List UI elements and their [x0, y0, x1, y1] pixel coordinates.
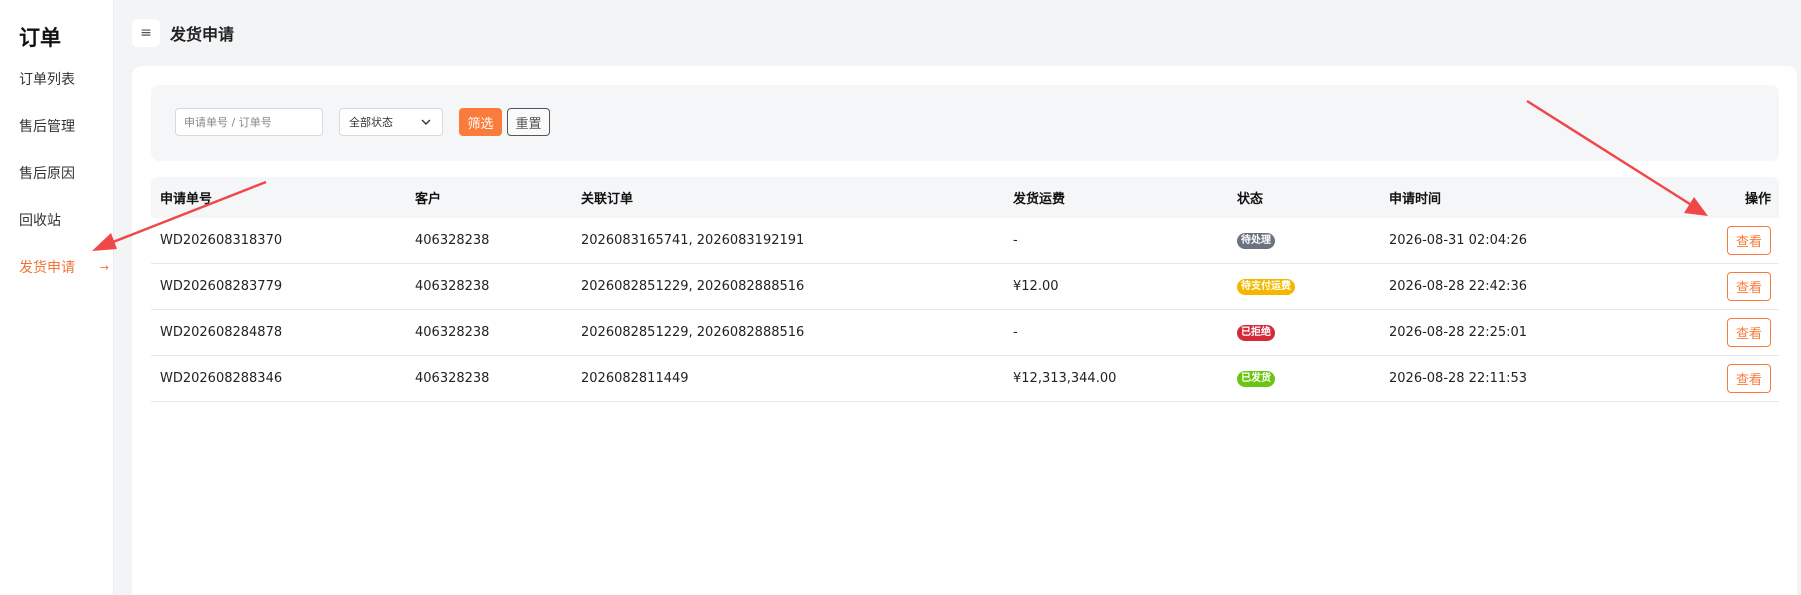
status-badge: 待支付运费	[1237, 278, 1295, 295]
customer-id: 406328238	[415, 371, 490, 386]
reset-button[interactable]: 重置	[507, 108, 550, 136]
search-input[interactable]	[175, 108, 323, 136]
column-header: 申请单号	[160, 192, 213, 207]
column-header: 状态	[1237, 192, 1264, 207]
sidebar-item-after-sales-reasons[interactable]: 售后原因	[19, 163, 109, 183]
sidebar-title: 订单	[19, 26, 61, 50]
column-header: 操作	[1744, 192, 1771, 207]
customer-id: 406328238	[415, 233, 490, 248]
chevron-down-icon	[421, 119, 431, 125]
request-id: WD202608288346	[160, 371, 283, 386]
status-cell: 已拒绝	[1237, 310, 1275, 355]
sidebar-item-label: 发货申请	[19, 260, 75, 276]
view-button[interactable]: 查看	[1727, 318, 1771, 347]
table-header: 申请单号 客户 关联订单 发货运费 状态 申请时间 操作	[151, 177, 1779, 218]
sidebar-item-order-list[interactable]: 订单列表	[19, 69, 109, 89]
action-cell: 查看	[1727, 264, 1771, 309]
customer-id: 406328238	[415, 325, 490, 340]
sidebar-item-shipping-requests[interactable]: 发货申请 →	[19, 257, 109, 277]
request-id: WD202608318370	[160, 233, 283, 248]
column-header: 关联订单	[581, 192, 634, 207]
status-cell: 已发货	[1237, 356, 1275, 401]
status-cell: 待处理	[1237, 218, 1275, 263]
filter-bar: 全部状态 筛选 重置	[151, 85, 1779, 161]
main-card: 全部状态 筛选 重置 申请单号 客户 关联订单 发货运费 状态 申请时间 操作 …	[132, 66, 1797, 595]
related-orders: 2026082851229, 2026082888516	[581, 325, 805, 340]
shipping-requests-table: 申请单号 客户 关联订单 发货运费 状态 申请时间 操作 WD202608318…	[151, 177, 1779, 402]
filter-button[interactable]: 筛选	[459, 108, 502, 136]
topbar: ≡ 发货申请	[132, 19, 234, 47]
sidebar-item-label: 回收站	[19, 213, 61, 229]
table-row: WD202608283779 406328238 2026082851229, …	[151, 264, 1779, 310]
customer-id: 406328238	[415, 279, 490, 294]
sidebar-item-after-sales[interactable]: 售后管理	[19, 116, 109, 136]
arrow-right-icon: →	[99, 260, 109, 274]
status-badge: 已发货	[1237, 370, 1275, 387]
status-badge: 待处理	[1237, 232, 1275, 249]
table-row: WD202608318370 406328238 2026083165741, …	[151, 218, 1779, 264]
sidebar-item-label: 订单列表	[19, 72, 75, 88]
sidebar-item-recycle-bin[interactable]: 回收站	[19, 210, 109, 230]
request-time: 2026-08-28 22:11:53	[1389, 371, 1528, 386]
request-time: 2026-08-28 22:25:01	[1389, 325, 1528, 340]
view-button[interactable]: 查看	[1727, 272, 1771, 301]
column-header: 客户	[415, 192, 442, 207]
request-id: WD202608284878	[160, 325, 283, 340]
column-header: 申请时间	[1389, 192, 1442, 207]
column-header: 发货运费	[1013, 192, 1066, 207]
request-time: 2026-08-28 22:42:36	[1389, 279, 1528, 294]
shipping-fee: ¥12.00	[1013, 279, 1059, 294]
shipping-fee: ¥12,313,344.00	[1013, 371, 1117, 386]
related-orders: 2026083165741, 2026083192191	[581, 233, 805, 248]
shipping-fee: -	[1013, 233, 1018, 248]
hamburger-icon: ≡	[140, 25, 152, 41]
sidebar: 订单 订单列表 售后管理 售后原因 回收站 发货申请 →	[0, 0, 114, 595]
related-orders: 2026082851229, 2026082888516	[581, 279, 805, 294]
menu-toggle-button[interactable]: ≡	[132, 19, 160, 47]
table-row: WD202608288346 406328238 2026082811449 ¥…	[151, 356, 1779, 402]
view-button[interactable]: 查看	[1727, 226, 1771, 255]
status-cell: 待支付运费	[1237, 264, 1295, 309]
sidebar-item-label: 售后原因	[19, 166, 75, 182]
sidebar-item-label: 售后管理	[19, 119, 75, 135]
page-title: 发货申请	[170, 25, 235, 44]
shipping-fee: -	[1013, 325, 1018, 340]
request-time: 2026-08-31 02:04:26	[1389, 233, 1528, 248]
related-orders: 2026082811449	[581, 371, 689, 386]
request-id: WD202608283779	[160, 279, 283, 294]
view-button[interactable]: 查看	[1727, 364, 1771, 393]
table-row: WD202608284878 406328238 2026082851229, …	[151, 310, 1779, 356]
status-select-value: 全部状态	[349, 116, 393, 129]
status-badge: 已拒绝	[1237, 324, 1275, 341]
action-cell: 查看	[1727, 218, 1771, 263]
action-cell: 查看	[1727, 310, 1771, 355]
status-select[interactable]: 全部状态	[339, 108, 443, 136]
action-cell: 查看	[1727, 356, 1771, 401]
